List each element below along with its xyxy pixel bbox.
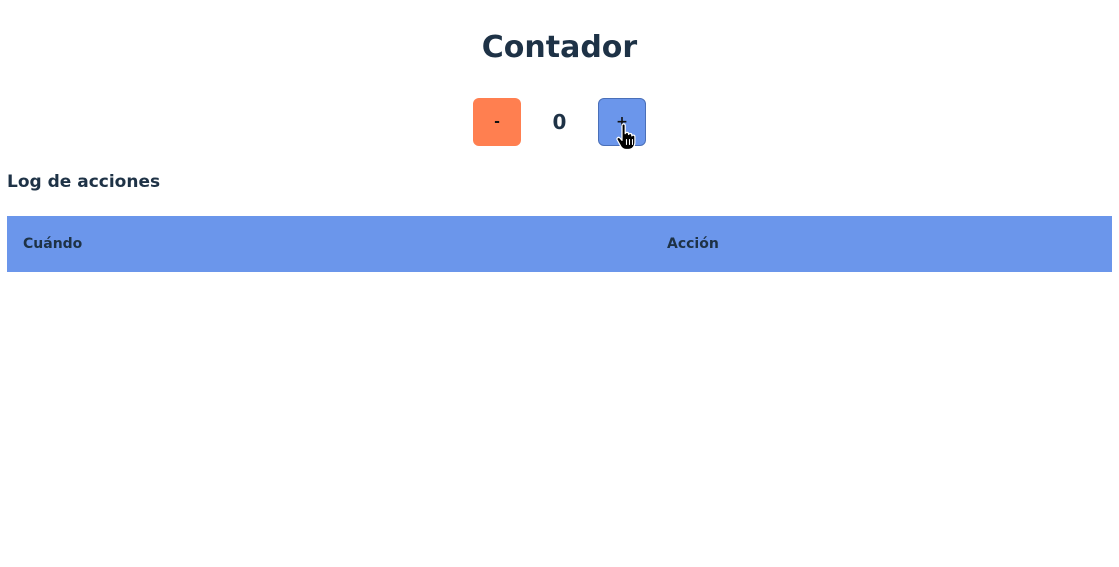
- counter-value: 0: [552, 110, 567, 134]
- log-title: Log de acciones: [7, 172, 161, 192]
- increment-button-label: +: [616, 114, 628, 130]
- log-table: Cuándo Acción: [7, 216, 1112, 272]
- page-title: Contador: [481, 30, 638, 65]
- decrement-button[interactable]: -: [473, 98, 521, 146]
- column-header-when: Cuándo: [7, 216, 651, 272]
- column-header-action: Acción: [651, 216, 1112, 272]
- page: Contador - 0 + Log de acciones Cuándo Ac…: [0, 0, 1119, 567]
- log-table-header-row: Cuándo Acción: [7, 216, 1112, 272]
- increment-button[interactable]: +: [598, 98, 646, 151]
- counter-controls: - 0 +: [473, 98, 646, 151]
